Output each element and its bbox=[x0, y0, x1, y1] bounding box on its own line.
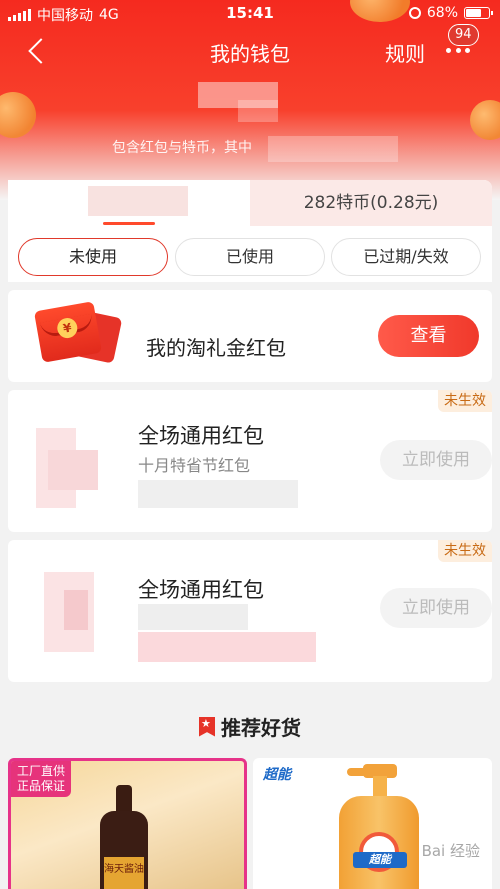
coupon-title: 全场通用红包 bbox=[138, 578, 264, 602]
coin-decoration bbox=[0, 92, 36, 138]
bottle-label: 海天酱油 bbox=[104, 857, 144, 889]
use-now-button[interactable]: 立即使用 bbox=[380, 440, 492, 480]
coupon-subtitle: 十月特省节红包 bbox=[138, 456, 251, 475]
recommend-section-header: 推荐好货 bbox=[0, 712, 500, 741]
status-badge: 未生效 bbox=[438, 540, 492, 562]
view-button[interactable]: 查看 bbox=[378, 315, 479, 357]
status-bar: 中国移动 4G 15:41 68% bbox=[0, 0, 500, 26]
tag-line-1: 工厂直供 bbox=[17, 764, 66, 778]
product-card[interactable]: 超能 超能 Bai 经验 bbox=[253, 758, 492, 889]
status-badge: 未生效 bbox=[438, 390, 492, 412]
more-menu-icon[interactable] bbox=[446, 48, 470, 53]
coin-decoration bbox=[470, 100, 500, 140]
filter-unused[interactable]: 未使用 bbox=[18, 238, 168, 276]
battery-percent: 68% bbox=[426, 5, 458, 21]
filter-bar: 未使用 已使用 已过期/失效 bbox=[8, 226, 492, 282]
gift-envelope-card: ¥ 我的淘礼金红包 查看 bbox=[8, 290, 492, 382]
filter-expired[interactable]: 已过期/失效 bbox=[331, 238, 481, 276]
brand-logo: 超能 bbox=[263, 767, 291, 783]
nav-bar: 我的钱包 规则 94 bbox=[0, 24, 500, 74]
balance-summary-text: 包含红包与特币，其中 bbox=[112, 140, 252, 156]
summary-mosaic bbox=[268, 136, 398, 162]
bottle-brand-label: 超能 bbox=[353, 852, 407, 868]
battery-icon bbox=[464, 7, 493, 19]
product-card[interactable]: 工厂直供 正品保证 海天酱油 bbox=[8, 758, 247, 889]
coupon-subtitle-mosaic bbox=[138, 604, 248, 630]
active-tab-indicator bbox=[103, 222, 155, 225]
coupon-amount-mosaic bbox=[48, 450, 98, 490]
wallet-header: 中国移动 4G 15:41 68% 我的钱包 规则 94 包含红包与特币，其中 bbox=[0, 0, 500, 200]
gift-envelope-title: 我的淘礼金红包 bbox=[146, 336, 286, 360]
rotation-lock-icon bbox=[408, 7, 421, 19]
coupon-title: 全场通用红包 bbox=[138, 424, 264, 448]
filter-used[interactable]: 已使用 bbox=[175, 238, 325, 276]
watermark: Bai 经验 bbox=[421, 842, 480, 860]
recommend-title: 推荐好货 bbox=[221, 716, 301, 740]
tab-coins[interactable]: 282特币(0.28元) bbox=[250, 180, 492, 226]
coupon-detail-mosaic bbox=[138, 480, 298, 508]
bookmark-star-icon bbox=[199, 716, 215, 737]
tab-red-envelope[interactable] bbox=[8, 180, 250, 226]
factory-direct-tag: 工厂直供 正品保证 bbox=[11, 761, 72, 797]
red-envelope-icon: ¥ bbox=[33, 301, 123, 364]
soy-sauce-bottle-image: 海天酱油 bbox=[96, 785, 152, 889]
tab-label-mosaic bbox=[88, 186, 188, 216]
coupon-card: 未生效 全场通用红包 立即使用 bbox=[8, 540, 492, 682]
rules-link[interactable]: 规则 bbox=[385, 38, 425, 67]
coupon-detail-mosaic bbox=[138, 632, 316, 662]
coupon-amount-mosaic bbox=[64, 590, 88, 630]
use-now-button[interactable]: 立即使用 bbox=[380, 588, 492, 628]
balance-mosaic bbox=[238, 100, 278, 122]
detergent-bottle-image: 超能 bbox=[333, 758, 419, 889]
tag-line-2: 正品保证 bbox=[17, 779, 66, 793]
page-title: 我的钱包 bbox=[210, 42, 290, 66]
wallet-tabs: 282特币(0.28元) bbox=[8, 180, 492, 226]
message-count-badge: 94 bbox=[448, 24, 479, 46]
coupon-card: 未生效 全场通用红包 十月特省节红包 立即使用 bbox=[8, 390, 492, 532]
